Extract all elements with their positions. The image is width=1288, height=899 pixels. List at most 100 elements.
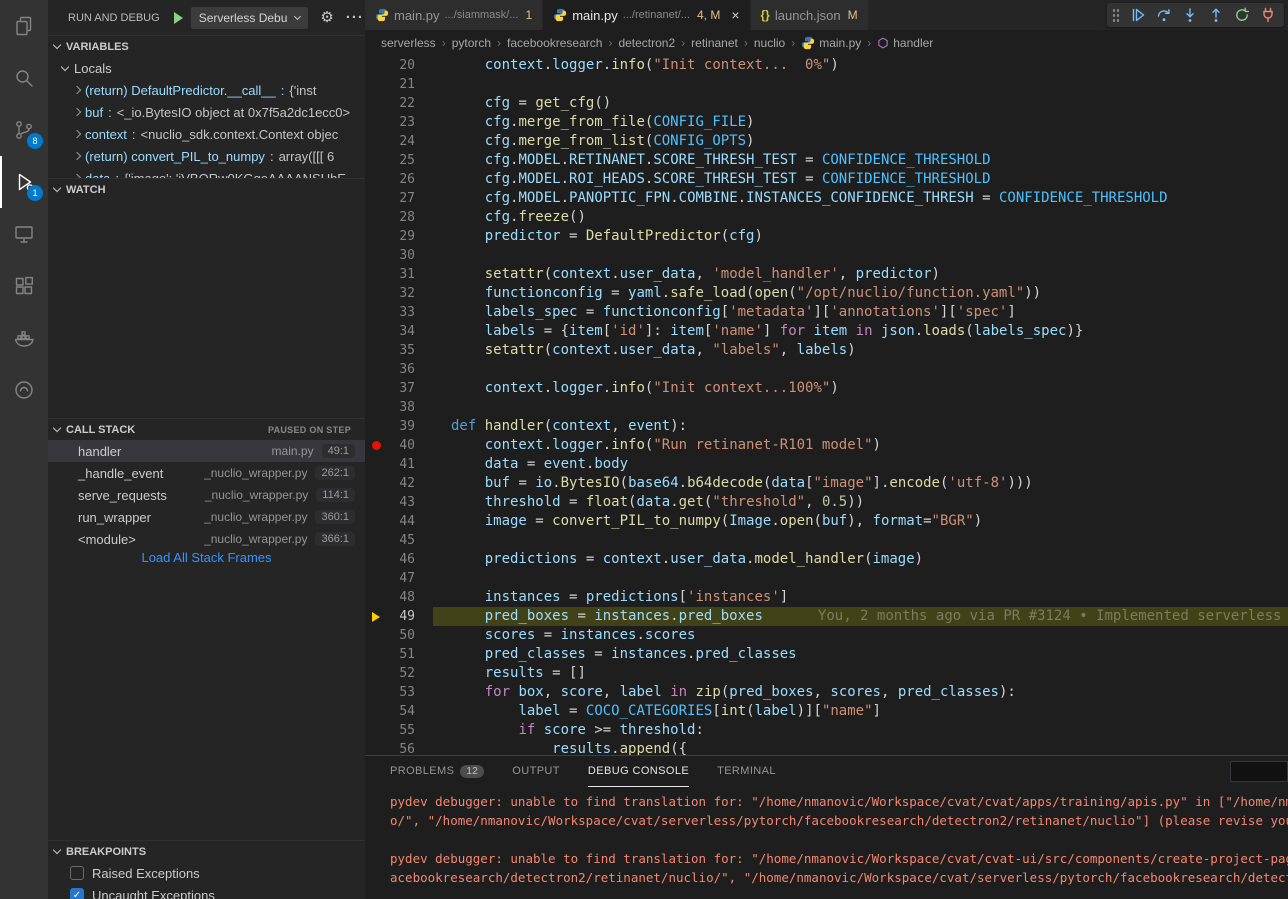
variable-row[interactable]: data:{'image': 'iVBORw0KGgoAAAANSUhE [48, 167, 365, 178]
call-stack-frame[interactable]: handlermain.py49:1 [48, 440, 365, 462]
breadcrumb-item-facebookresearch[interactable]: facebookresearch [507, 36, 602, 50]
gutter-space[interactable] [365, 341, 387, 360]
code-line[interactable]: 48 instances = predictions['instances'] [365, 588, 1288, 607]
editor-tab-main.py[interactable]: main.py.../retinanet/...4, M× [543, 0, 750, 30]
toolbar-drag-handle[interactable] [1112, 8, 1120, 22]
variable-row[interactable]: buf:<_io.BytesIO object at 0x7f5a2dc1ecc… [48, 101, 365, 123]
code-line[interactable]: 34 labels = {item['id']: item['name'] fo… [365, 322, 1288, 341]
gutter-space[interactable] [365, 626, 387, 645]
gutter-space[interactable] [365, 94, 387, 113]
gutter-space[interactable] [365, 740, 387, 755]
gutter-space[interactable] [365, 417, 387, 436]
breadcrumb-item-handler[interactable]: handler [877, 36, 933, 50]
activity-search[interactable] [0, 52, 48, 104]
code-line[interactable]: 45 [365, 531, 1288, 550]
gutter-space[interactable] [365, 512, 387, 531]
code-line[interactable]: 22 cfg = get_cfg() [365, 94, 1288, 113]
call-stack-frame[interactable]: serve_requests_nuclio_wrapper.py114:1 [48, 484, 365, 506]
code-line[interactable]: 31 setattr(context.user_data, 'model_han… [365, 265, 1288, 284]
code-line[interactable]: 21 [365, 75, 1288, 94]
step-over-icon[interactable] [1156, 7, 1172, 23]
activity-docker[interactable] [0, 312, 48, 364]
editor-tab-launch.json[interactable]: {}launch.jsonM [751, 0, 869, 30]
panel-tab-output[interactable]: OUTPUT [512, 756, 560, 787]
gutter-space[interactable] [365, 379, 387, 398]
code-line[interactable]: 37 context.logger.info("Init context...1… [365, 379, 1288, 398]
code-line[interactable]: 28 cfg.freeze() [365, 208, 1288, 227]
restart-icon[interactable] [1234, 7, 1250, 23]
breadcrumb-item-serverless[interactable]: serverless [381, 36, 436, 50]
gutter-space[interactable] [365, 227, 387, 246]
gutter-space[interactable] [365, 284, 387, 303]
breadcrumb-item-detectron2[interactable]: detectron2 [618, 36, 675, 50]
gutter-space[interactable] [365, 588, 387, 607]
code-line[interactable]: 46 predictions = context.user_data.model… [365, 550, 1288, 569]
call-stack-section-header[interactable]: CALL STACK PAUSED ON STEP [48, 418, 365, 440]
gutter-space[interactable] [365, 531, 387, 550]
gutter-space[interactable] [365, 645, 387, 664]
debug-config-dropdown[interactable]: Serverless Debu [191, 7, 309, 29]
watch-section-header[interactable]: WATCH [48, 178, 365, 200]
gutter-space[interactable] [365, 322, 387, 341]
code-line[interactable]: 33 labels_spec = functionconfig['metadat… [365, 303, 1288, 322]
gutter-space[interactable] [365, 474, 387, 493]
load-all-stack-frames-link[interactable]: Load All Stack Frames [48, 550, 365, 565]
gutter-space[interactable] [365, 246, 387, 265]
activity-extra-extension[interactable] [0, 364, 48, 416]
breakpoint-checkbox[interactable] [70, 866, 84, 880]
code-line[interactable]: 32 functionconfig = yaml.safe_load(open(… [365, 284, 1288, 303]
editor-tab-main.py[interactable]: main.py.../siammask/...1 [365, 0, 543, 30]
variable-row[interactable]: (return) DefaultPredictor.__call__:{'ins… [48, 79, 365, 101]
code-line[interactable]: 29 predictor = DefaultPredictor(cfg) [365, 227, 1288, 246]
gutter-space[interactable] [365, 360, 387, 379]
activity-source-control[interactable]: 8 [0, 104, 48, 156]
code-line[interactable]: 38 [365, 398, 1288, 417]
code-line[interactable]: 24 cfg.merge_from_list(CONFIG_OPTS) [365, 132, 1288, 151]
breakpoint-gutter[interactable] [365, 436, 387, 455]
scope-locals[interactable]: Locals [48, 57, 365, 79]
gutter-space[interactable] [365, 569, 387, 588]
gutter-space[interactable] [365, 56, 387, 75]
code-line[interactable]: 50 scores = instances.scores [365, 626, 1288, 645]
panel-tab-problems[interactable]: PROBLEMS12 [390, 756, 484, 787]
gutter-space[interactable] [365, 265, 387, 284]
gutter-space[interactable] [365, 151, 387, 170]
gutter-space[interactable] [365, 303, 387, 322]
current-line-gutter[interactable] [365, 607, 387, 626]
step-out-icon[interactable] [1208, 7, 1224, 23]
more-actions-icon[interactable]: ··· [346, 10, 364, 25]
variables-section-header[interactable]: VARIABLES [48, 35, 365, 57]
gutter-space[interactable] [365, 398, 387, 417]
code-line[interactable]: 49 pred_boxes = instances.pred_boxesYou,… [365, 607, 1288, 626]
code-line[interactable]: 51 pred_classes = instances.pred_classes [365, 645, 1288, 664]
gutter-space[interactable] [365, 208, 387, 227]
gutter-space[interactable] [365, 721, 387, 740]
code-line[interactable]: 30 [365, 246, 1288, 265]
code-line[interactable]: 36 [365, 360, 1288, 379]
gutter-space[interactable] [365, 493, 387, 512]
code-line[interactable]: 20 context.logger.info("Init context... … [365, 56, 1288, 75]
variable-row[interactable]: (return) convert_PIL_to_numpy:array([[[ … [48, 145, 365, 167]
code-line[interactable]: 42 buf = io.BytesIO(base64.b64decode(dat… [365, 474, 1288, 493]
call-stack-frame[interactable]: run_wrapper_nuclio_wrapper.py360:1 [48, 506, 365, 528]
panel-tab-debug-console[interactable]: DEBUG CONSOLE [588, 756, 689, 787]
breakpoint-checkbox[interactable]: ✓ [70, 888, 84, 899]
code-editor[interactable]: 20 context.logger.info("Init context... … [365, 56, 1288, 755]
breadcrumb-item-nuclio[interactable]: nuclio [754, 36, 785, 50]
call-stack-frame[interactable]: _handle_event_nuclio_wrapper.py262:1 [48, 462, 365, 484]
code-line[interactable]: 54 label = COCO_CATEGORIES[int(label)]["… [365, 702, 1288, 721]
activity-remote-explorer[interactable] [0, 208, 48, 260]
gear-icon[interactable]: ⚙ [320, 10, 333, 25]
code-line[interactable]: 43 threshold = float(data.get("threshold… [365, 493, 1288, 512]
code-line[interactable]: 53 for box, score, label in zip(pred_box… [365, 683, 1288, 702]
start-debugging-icon[interactable] [174, 12, 183, 24]
code-line[interactable]: 26 cfg.MODEL.ROI_HEADS.SCORE_THRESH_TEST… [365, 170, 1288, 189]
call-stack-frame[interactable]: <module>_nuclio_wrapper.py366:1 [48, 528, 365, 550]
gutter-space[interactable] [365, 550, 387, 569]
continue-icon[interactable] [1130, 7, 1146, 23]
breadcrumb-item-main.py[interactable]: main.py [801, 36, 861, 50]
code-line[interactable]: 52 results = [] [365, 664, 1288, 683]
activity-extensions[interactable] [0, 260, 48, 312]
code-line[interactable]: 40 context.logger.info("Run retinanet-R1… [365, 436, 1288, 455]
breakpoint-item[interactable]: ✓Uncaught Exceptions [48, 884, 365, 899]
